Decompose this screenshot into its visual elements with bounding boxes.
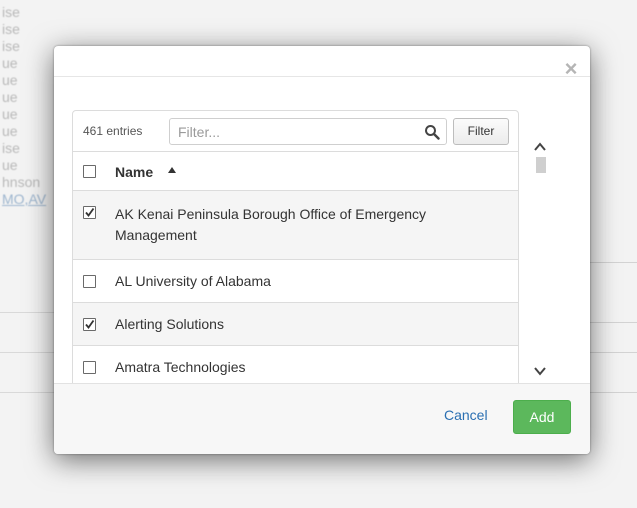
entries-table: 461 entries Filter Name: [72, 110, 519, 392]
row-label: AL University of Alabama: [115, 273, 271, 289]
modal-header: [54, 46, 590, 77]
background-text: ise: [2, 4, 20, 20]
table-body: AK Kenai Peninsula Borough Office of Eme…: [73, 191, 518, 389]
search-box: [169, 118, 447, 145]
background-divider: [0, 352, 60, 353]
row-label: Alerting Solutions: [115, 316, 224, 332]
row-label: Amatra Technologies: [115, 359, 246, 375]
table-toolbar: 461 entries Filter: [73, 111, 518, 151]
table-row[interactable]: Alerting Solutions: [73, 303, 518, 346]
table-row[interactable]: AK Kenai Peninsula Borough Office of Eme…: [73, 191, 518, 260]
row-label: AK Kenai Peninsula Borough Office of Eme…: [115, 206, 427, 243]
background-divider: [0, 392, 60, 393]
column-header-name[interactable]: Name: [115, 164, 153, 180]
modal-body: 461 entries Filter Name: [54, 77, 590, 392]
row-checkbox-checked[interactable]: [83, 206, 96, 219]
scroll-down-icon[interactable]: [532, 365, 548, 377]
search-input[interactable]: [170, 119, 426, 144]
table-header-row: Name: [73, 151, 518, 191]
vertical-scrollbar[interactable]: [532, 115, 548, 376]
modal-footer: Cancel Add: [54, 383, 590, 454]
select-all-checkbox[interactable]: [83, 165, 96, 178]
select-organizations-modal: × 461 entries Filter Name: [54, 46, 590, 454]
table-row[interactable]: AL University of Alabama: [73, 260, 518, 303]
sort-ascending-icon[interactable]: [168, 167, 176, 173]
row-checkbox[interactable]: [83, 275, 96, 288]
row-checkbox-checked[interactable]: [83, 318, 96, 331]
filter-button[interactable]: Filter: [453, 118, 509, 145]
scrollbar-thumb[interactable]: [536, 157, 546, 173]
background-text: ise: [2, 21, 20, 37]
entries-count: 461 entries: [83, 124, 143, 138]
scroll-up-icon[interactable]: [532, 141, 548, 153]
checkmark-icon: [85, 207, 95, 217]
add-button[interactable]: Add: [513, 400, 571, 434]
row-checkbox[interactable]: [83, 361, 96, 374]
cancel-button[interactable]: Cancel: [444, 407, 488, 423]
close-icon[interactable]: ×: [562, 58, 580, 80]
background-divider: [0, 312, 60, 313]
checkmark-icon: [85, 319, 95, 329]
search-icon[interactable]: [424, 124, 440, 140]
